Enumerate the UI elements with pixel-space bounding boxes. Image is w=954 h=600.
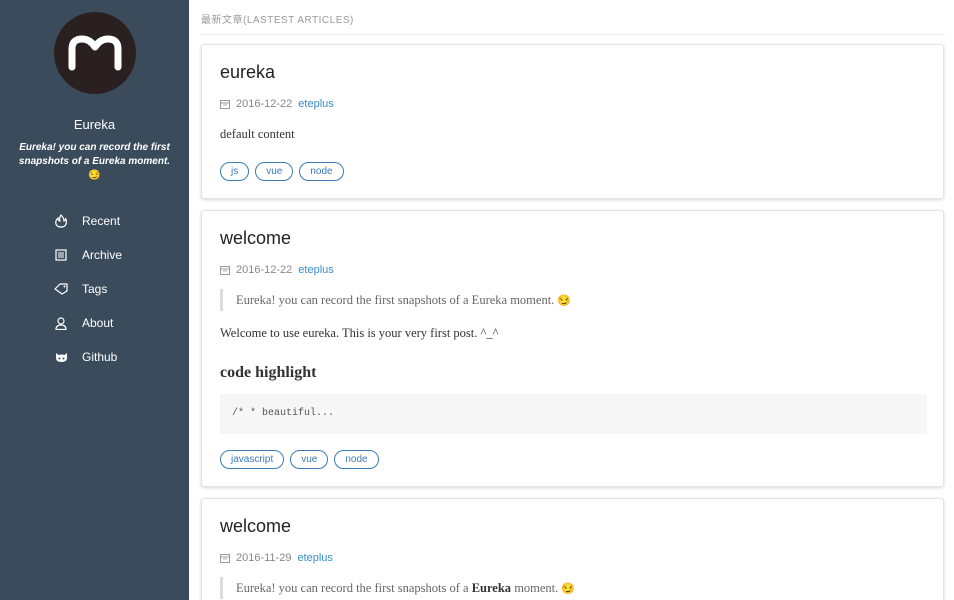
quote-text-pre: Eureka! you can record the first snapsho… [236, 581, 472, 595]
main-content: 最新文章(LASTEST ARTICLES) eureka 2016-12-22… [189, 0, 954, 600]
quote-text-bold: Eureka [471, 581, 512, 595]
post-meta: 2016-11-29 eteplus [220, 552, 333, 564]
post-author[interactable]: eteplus [298, 98, 333, 110]
site-logo[interactable] [54, 12, 136, 94]
calendar-icon [220, 266, 230, 275]
post-heading: code highlight [220, 364, 317, 381]
tag-javascript[interactable]: javascript [220, 450, 285, 469]
post-author[interactable]: eteplus [297, 552, 332, 564]
post-meta: 2016-12-22 eteplus [220, 98, 334, 110]
nav-item-github[interactable]: Github [54, 340, 184, 374]
archive-icon [54, 248, 68, 262]
tag-vue[interactable]: vue [290, 450, 329, 469]
tagline-text: Eureka! you can record the first snapsho… [18, 142, 171, 167]
code-block: /* * beautiful... [220, 394, 927, 434]
calendar-icon [220, 554, 230, 563]
section-title: 最新文章(LASTEST ARTICLES) [201, 15, 354, 26]
post-card: welcome 2016-12-22 eteplus Eureka! you c… [201, 210, 944, 487]
nav-label-recent: Recent [82, 214, 121, 228]
smirk-emoji-icon: 😏 [557, 295, 571, 307]
tag-icon [54, 282, 68, 296]
nav-label-github: Github [82, 350, 118, 364]
tag-node[interactable]: node [334, 450, 379, 469]
post-title[interactable]: eureka [220, 62, 275, 83]
post-card: eureka 2016-12-22 eteplus default conten… [201, 44, 944, 199]
tag-node[interactable]: node [299, 162, 344, 181]
sidebar: Eureka Eureka! you can record the first … [0, 0, 189, 600]
site-name[interactable]: Eureka [0, 117, 189, 132]
logo-heart-icon [68, 35, 122, 71]
post-title[interactable]: welcome [220, 228, 291, 249]
post-meta: 2016-12-22 eteplus [220, 264, 334, 276]
post-title[interactable]: welcome [220, 516, 291, 537]
post-date: 2016-12-22 [236, 264, 293, 276]
sidebar-nav: Recent Archive Tags About Github [54, 204, 184, 374]
fire-icon [54, 214, 68, 228]
user-icon [54, 316, 68, 330]
smirk-emoji-icon: 😏 [561, 583, 575, 595]
quote-text: Eureka! you can record the first snapsho… [236, 293, 555, 307]
tag-vue[interactable]: vue [255, 162, 294, 181]
nav-label-tags: Tags [82, 282, 108, 296]
post-card: welcome 2016-11-29 eteplus Eureka! you c… [201, 498, 944, 600]
nav-item-archive[interactable]: Archive [54, 238, 184, 272]
post-blockquote: Eureka! you can record the first snapsho… [220, 289, 571, 311]
post-blockquote: Eureka! you can record the first snapsho… [220, 577, 575, 599]
calendar-icon [220, 100, 230, 109]
post-date: 2016-11-29 [236, 552, 292, 564]
post-tags: js vue node [220, 162, 344, 181]
post-content: default content [220, 127, 295, 141]
nav-label-archive: Archive [82, 248, 123, 262]
smirk-emoji-icon: 😏 [88, 170, 101, 181]
site-tagline: Eureka! you can record the first snapsho… [12, 141, 177, 183]
quote-text-post: moment. [511, 581, 559, 595]
post-author[interactable]: eteplus [298, 264, 333, 276]
nav-label-about: About [82, 316, 114, 330]
nav-item-recent[interactable]: Recent [54, 204, 184, 238]
section-divider [201, 34, 945, 35]
github-icon [54, 350, 68, 364]
post-paragraph: Welcome to use eureka. This is your very… [220, 326, 499, 340]
post-date: 2016-12-22 [236, 98, 293, 110]
nav-item-tags[interactable]: Tags [54, 272, 184, 306]
tag-js[interactable]: js [220, 162, 250, 181]
nav-item-about[interactable]: About [54, 306, 184, 340]
post-tags: javascript vue node [220, 450, 379, 469]
